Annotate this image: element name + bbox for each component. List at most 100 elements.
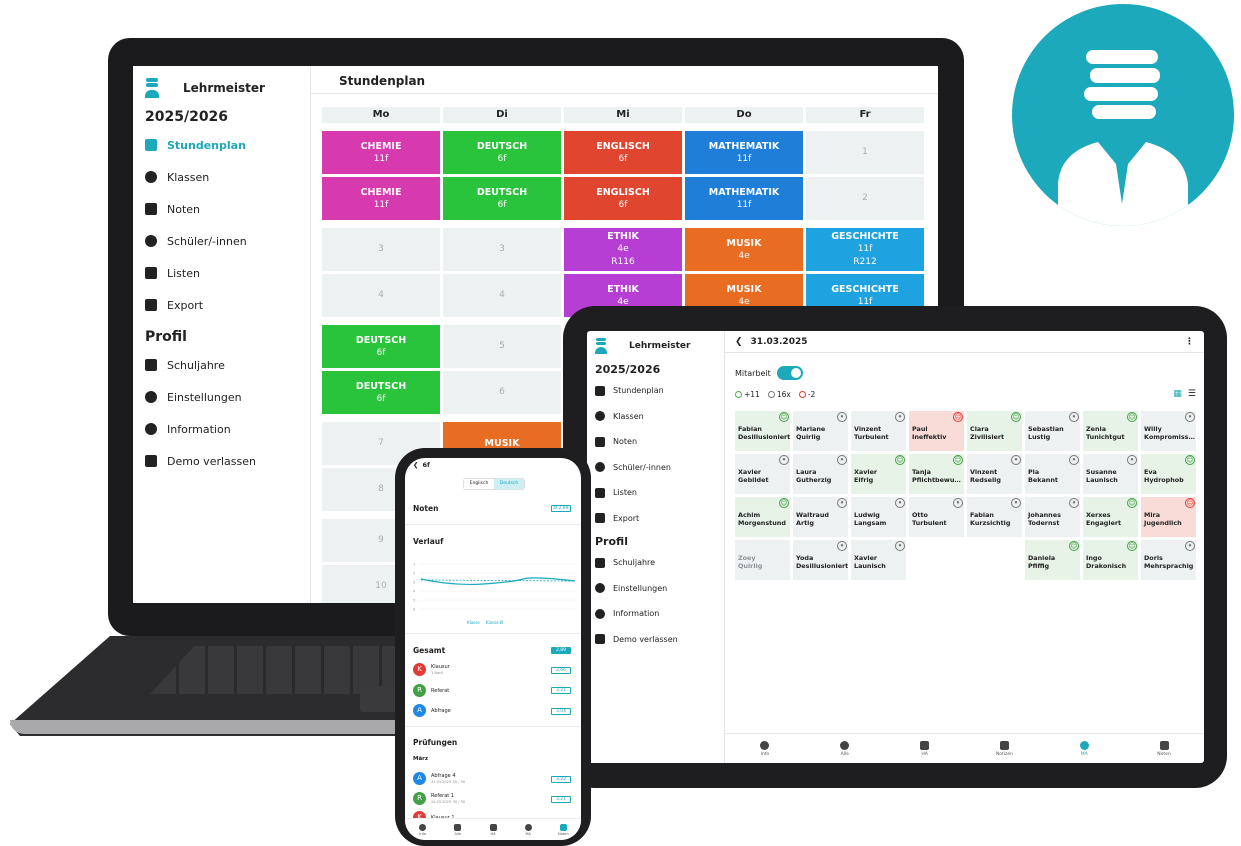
empty-slot[interactable]: 4	[322, 274, 440, 317]
student-card[interactable]: Clara Zivilisiert ☺	[967, 411, 1022, 451]
student-card[interactable]: Mariane Quirlig •	[793, 411, 848, 451]
empty-slot[interactable]: 2	[806, 177, 924, 220]
nav-ha[interactable]: HA	[885, 734, 965, 763]
lesson-cell[interactable]: DEUTSCH 6f	[443, 131, 561, 174]
sidebar-item-export[interactable]: Export	[145, 289, 310, 321]
empty-slot[interactable]: 4	[443, 274, 561, 317]
exam-item[interactable]: R Referat 1 20.03.2025 30 / 30	[413, 792, 465, 805]
nav-alle[interactable]: Alle	[440, 819, 475, 840]
sidebar-item-demo-verlassen[interactable]: Demo verlassen	[145, 445, 310, 477]
happy-face-icon[interactable]: ☺	[1069, 541, 1079, 551]
student-card[interactable]: Fabian Kurzsichtig •	[967, 497, 1022, 537]
back-arrow-icon[interactable]: ❮	[735, 337, 743, 347]
sidebar-item-listen[interactable]: Listen	[145, 257, 310, 289]
sidebar-item-schueler[interactable]: Schüler/-innen	[145, 225, 310, 257]
happy-face-icon[interactable]: ☺	[953, 455, 963, 465]
sad-face-icon[interactable]: ☹	[1185, 498, 1195, 508]
lesson-cell[interactable]: ENGLISCH 6f	[564, 177, 682, 220]
student-card[interactable]: Doris Mehrsprachig •	[1141, 540, 1196, 580]
nav-noten[interactable]: Noten	[1124, 734, 1204, 763]
sidebar-item-listen[interactable]: Listen	[595, 480, 724, 506]
happy-face-icon[interactable]: ☺	[1185, 455, 1195, 465]
nav-noten[interactable]: Noten	[546, 819, 581, 840]
student-card[interactable]: Ingo Drakonisch ☺	[1083, 540, 1138, 580]
sidebar-item-schuljahre[interactable]: Schuljahre	[145, 349, 310, 381]
participation-toggle[interactable]	[776, 366, 803, 380]
happy-face-icon[interactable]: ☺	[1127, 541, 1137, 551]
student-card[interactable]: Sebastian Lustig •	[1025, 411, 1080, 451]
list-view-icon[interactable]: ☰	[1188, 389, 1196, 399]
sidebar-item-noten[interactable]: Noten	[595, 429, 724, 455]
lesson-cell[interactable]: MATHEMATIK 11f	[685, 177, 803, 220]
student-card[interactable]: Xavier Gebildet •	[735, 454, 790, 494]
student-card[interactable]: Vinzent Redselig •	[967, 454, 1022, 494]
sidebar-item-export[interactable]: Export	[595, 506, 724, 532]
happy-face-icon[interactable]: ☺	[779, 498, 789, 508]
sidebar-item-demo-verlassen[interactable]: Demo verlassen	[595, 627, 724, 653]
student-card[interactable]: Willy Kompromiss… •	[1141, 411, 1196, 451]
nav-ma[interactable]: MA	[1044, 734, 1124, 763]
student-card[interactable]: Pia Bekannt •	[1025, 454, 1080, 494]
sidebar-item-schueler[interactable]: Schüler/-innen	[595, 455, 724, 481]
lesson-cell[interactable]: CHEMIE 11f	[322, 131, 440, 174]
neutral-face-icon[interactable]: •	[1185, 412, 1195, 422]
student-card[interactable]: Mira Jugendlich ☹	[1141, 497, 1196, 537]
sad-face-icon[interactable]: ☹	[953, 412, 963, 422]
neutral-face-icon[interactable]: •	[895, 412, 905, 422]
neutral-face-icon[interactable]: •	[953, 498, 963, 508]
neutral-face-icon[interactable]: •	[837, 498, 847, 508]
lesson-cell[interactable]: ENGLISCH 6f	[564, 131, 682, 174]
student-card[interactable]: Yoda Desillusioniert •	[793, 540, 848, 580]
happy-face-icon[interactable]: ☺	[1127, 498, 1137, 508]
nav-info[interactable]: Info	[405, 819, 440, 840]
neutral-face-icon[interactable]: •	[895, 498, 905, 508]
list-item[interactable]: K Klausur 1 Noch	[413, 663, 450, 676]
student-card[interactable]: Otto Turbulent •	[909, 497, 964, 537]
happy-face-icon[interactable]: ☺	[1127, 412, 1137, 422]
lesson-cell[interactable]: ETHIK 4e R116	[564, 228, 682, 271]
exam-item[interactable]: A Abfrage 4 31.03.2025 30 / 30	[413, 772, 465, 785]
nav-info[interactable]: Info	[725, 734, 805, 763]
sidebar-item-information[interactable]: Information	[595, 601, 724, 627]
neutral-face-icon[interactable]: •	[1069, 412, 1079, 422]
back-arrow-icon[interactable]: ❮	[413, 461, 418, 469]
sidebar-item-klassen[interactable]: Klassen	[145, 161, 310, 193]
sidebar-item-einstellungen[interactable]: Einstellungen	[145, 381, 310, 413]
happy-face-icon[interactable]: ☺	[779, 412, 789, 422]
student-card[interactable]: Eva Hydrophob ☺	[1141, 454, 1196, 494]
list-item[interactable]: R Referat	[413, 684, 449, 697]
student-card[interactable]: Fabian Desillusioniert ☺	[735, 411, 790, 451]
neutral-face-icon[interactable]: •	[895, 541, 905, 551]
student-card[interactable]: Tanja Pflichtbewu… ☺	[909, 454, 964, 494]
lesson-cell[interactable]: DEUTSCH 6f	[322, 325, 440, 368]
empty-slot[interactable]: 1	[806, 131, 924, 174]
neutral-face-icon[interactable]: •	[1069, 498, 1079, 508]
student-card[interactable]: Xavier Launisch •	[851, 540, 906, 580]
nav-ha[interactable]: HA	[475, 819, 510, 840]
more-vert-icon[interactable]: ⋮	[1185, 337, 1194, 347]
lesson-cell[interactable]: DEUTSCH 6f	[443, 177, 561, 220]
grid-view-icon[interactable]: ▦	[1173, 389, 1182, 399]
empty-slot[interactable]: 5	[443, 325, 561, 368]
neutral-face-icon[interactable]: •	[1069, 455, 1079, 465]
student-card[interactable]: Zoey Quirlig	[735, 540, 790, 580]
lesson-cell[interactable]: MATHEMATIK 11f	[685, 131, 803, 174]
student-card[interactable]: Ludwig Langsam •	[851, 497, 906, 537]
list-item[interactable]: A Abfrage	[413, 704, 451, 717]
lesson-cell[interactable]: MUSIK 4e	[685, 228, 803, 271]
student-card[interactable]: Laura Gutherzig •	[793, 454, 848, 494]
student-card[interactable]: Johannes Todernst •	[1025, 497, 1080, 537]
happy-face-icon[interactable]: ☺	[1011, 412, 1021, 422]
nav-notizen[interactable]: Notizen	[964, 734, 1044, 763]
sidebar-item-noten[interactable]: Noten	[145, 193, 310, 225]
app-logo-row[interactable]: Lehrmeister	[595, 337, 724, 355]
sidebar-item-stundenplan[interactable]: Stundenplan	[145, 129, 310, 161]
empty-slot[interactable]: 3	[322, 228, 440, 271]
student-card[interactable]: Zenia Tunichtgut ☺	[1083, 411, 1138, 451]
sidebar-item-klassen[interactable]: Klassen	[595, 404, 724, 430]
happy-face-icon[interactable]: ☺	[895, 455, 905, 465]
neutral-face-icon[interactable]: •	[837, 455, 847, 465]
tab-deutsch[interactable]: Deutsch	[494, 479, 524, 489]
lesson-cell[interactable]: DEUTSCH 6f	[322, 371, 440, 414]
student-card[interactable]: Vinzent Turbulent •	[851, 411, 906, 451]
